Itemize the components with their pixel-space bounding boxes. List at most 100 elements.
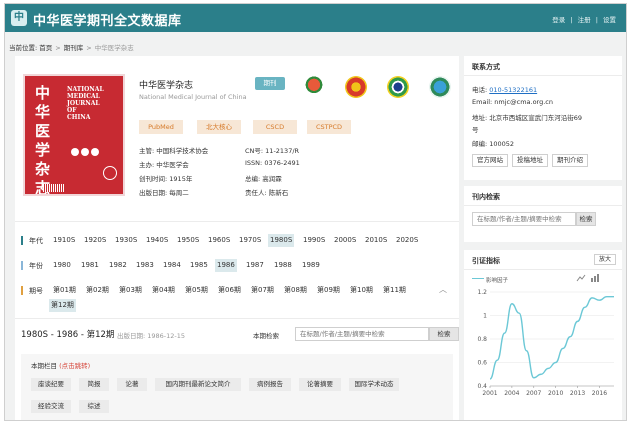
cover-en-line: NATIONAL	[67, 86, 104, 93]
decade-option[interactable]: 1920S	[82, 234, 108, 247]
line-chart-icon[interactable]	[576, 274, 586, 282]
issue-option[interactable]: 第07期	[249, 284, 276, 297]
index-pubmed[interactable]: PubMed	[139, 120, 183, 134]
year-option[interactable]: 1982	[107, 259, 129, 272]
decade-option[interactable]: 1930S	[113, 234, 139, 247]
index-cscd[interactable]: CSCD	[253, 120, 297, 134]
y-tick-label: 1.2	[477, 289, 487, 296]
decade-option-selected[interactable]: 1980S	[268, 234, 295, 247]
award-badge-icon	[345, 76, 367, 98]
top-link-separator: |	[595, 16, 598, 24]
decade-option[interactable]: 2010S	[363, 234, 389, 247]
decade-option[interactable]: 1960S	[206, 234, 232, 247]
breadcrumb-library[interactable]: 期刊库	[64, 44, 84, 52]
issue-option[interactable]: 第02期	[84, 284, 111, 297]
inner-search-button[interactable]: 检索	[576, 212, 596, 226]
journal-intro-button[interactable]: 期刊介绍	[552, 154, 588, 167]
site-title[interactable]: 中华医学期刊全文数据库	[33, 10, 182, 29]
decade-option[interactable]: 1990S	[301, 234, 327, 247]
cover-seal-icon	[103, 166, 117, 180]
chevron-up-icon[interactable]: ︿	[439, 284, 447, 295]
journal-main-panel: 中华医学杂志 NATIONAL MEDICAL JOURNAL OF CHINA…	[15, 56, 459, 420]
issue-option[interactable]: 第11期	[381, 284, 408, 297]
column-tag[interactable]: 病例报告	[249, 378, 291, 391]
decade-option[interactable]: 1910S	[51, 234, 77, 247]
legend-line-icon	[472, 278, 484, 283]
column-tag[interactable]: 经验交流	[31, 400, 71, 413]
journal-type-badge: 期刊	[255, 77, 285, 90]
decade-option[interactable]: 2020S	[394, 234, 420, 247]
year-option[interactable]: 1985	[188, 259, 210, 272]
decade-label: 年代	[29, 237, 43, 245]
cover-en-line: OF	[67, 107, 77, 114]
year-option[interactable]: 1987	[244, 259, 266, 272]
year-option[interactable]: 1988	[272, 259, 294, 272]
breadcrumb-label: 当前位置:	[9, 44, 38, 52]
index-cstpcd[interactable]: CSTPCD	[307, 120, 351, 134]
phone-link[interactable]: 010-51322161	[489, 86, 537, 94]
issue-search-button[interactable]: 检索	[429, 327, 459, 341]
chart-legend[interactable]: 影响因子	[472, 276, 508, 284]
issue-option[interactable]: 第08期	[282, 284, 309, 297]
column-tag[interactable]: 国内期刊最新论文简介	[155, 378, 241, 391]
panel-divider	[464, 205, 622, 206]
contact-panel: 联系方式 电话: 010-51322161 Email: nmjc@cma.or…	[464, 56, 622, 180]
journal-title-en: National Medical Journal of China	[139, 93, 247, 101]
info-founded: 创刊时间: 1915年	[139, 175, 193, 183]
top-link-separator: |	[570, 16, 573, 24]
column-tag[interactable]: 座谈纪要	[31, 378, 71, 391]
decade-marker	[21, 236, 23, 245]
issue-search-input[interactable]	[295, 327, 429, 341]
site-logo-icon[interactable]: 中	[11, 10, 27, 26]
issue-option[interactable]: 第04期	[150, 284, 177, 297]
official-site-button[interactable]: 官方网站	[472, 154, 508, 167]
column-tag[interactable]: 简报	[79, 378, 109, 391]
x-tick-label: 2001	[482, 390, 497, 397]
contact-address-cont: 号	[472, 126, 479, 134]
column-tag[interactable]: 论著	[117, 378, 147, 391]
login-link[interactable]: 登录	[552, 16, 565, 24]
column-tag[interactable]: 国际学术动态	[349, 378, 399, 391]
year-option[interactable]: 1980	[51, 259, 73, 272]
index-pku-core[interactable]: 北大核心	[197, 120, 241, 134]
issue-option[interactable]: 第01期	[51, 284, 78, 297]
year-option[interactable]: 1983	[134, 259, 156, 272]
columns-heading: 本期栏目 (点击跳转)	[31, 362, 91, 370]
settings-link[interactable]: 设置	[603, 16, 616, 24]
issue-option-selected[interactable]: 第12期	[49, 299, 76, 312]
cover-en-title: NATIONAL MEDICAL JOURNAL OF CHINA	[67, 86, 104, 121]
cover-en-line: JOURNAL	[67, 100, 100, 107]
issue-option[interactable]: 第09期	[315, 284, 342, 297]
year-option[interactable]: 1981	[79, 259, 101, 272]
bar-chart-icon[interactable]	[590, 274, 600, 282]
year-option-selected[interactable]: 1986	[215, 259, 237, 272]
issue-result-title: 1980S - 1986 - 第12期	[21, 330, 115, 340]
contact-address: 地址: 北京市西城区宣武门东河沿街69	[472, 114, 583, 122]
decade-option[interactable]: 1950S	[175, 234, 201, 247]
year-marker	[21, 261, 23, 270]
series-line	[489, 296, 614, 380]
y-tick-label: 0.6	[477, 360, 487, 367]
submission-button[interactable]: 投稿地址	[512, 154, 548, 167]
issue-option[interactable]: 第03期	[117, 284, 144, 297]
decade-option[interactable]: 2000S	[332, 234, 358, 247]
issue-option[interactable]: 第06期	[216, 284, 243, 297]
info-supervisor: 主管: 中国科学技术协会	[139, 147, 209, 155]
decade-option[interactable]: 1940S	[144, 234, 170, 247]
barcode-icon	[43, 184, 65, 192]
breadcrumb-home[interactable]: 首页	[39, 44, 52, 52]
decade-option[interactable]: 1970S	[237, 234, 263, 247]
y-tick-label: 0.4	[477, 383, 487, 390]
column-tag[interactable]: 综述	[79, 400, 109, 413]
panel-divider	[464, 75, 622, 76]
issue-option[interactable]: 第10期	[348, 284, 375, 297]
year-option[interactable]: 1989	[300, 259, 322, 272]
year-option[interactable]: 1984	[161, 259, 183, 272]
zoom-button[interactable]: 放大	[593, 254, 616, 265]
register-link[interactable]: 注册	[578, 16, 591, 24]
breadcrumb-separator: >	[86, 44, 92, 52]
inner-search-input[interactable]	[472, 212, 576, 226]
column-tag[interactable]: 论著摘要	[299, 378, 341, 391]
issue-option[interactable]: 第05期	[183, 284, 210, 297]
issue-filter: 期号 第01期 第02期 第03期 第04期 第05期 第06期 第07期 第0…	[21, 284, 453, 314]
